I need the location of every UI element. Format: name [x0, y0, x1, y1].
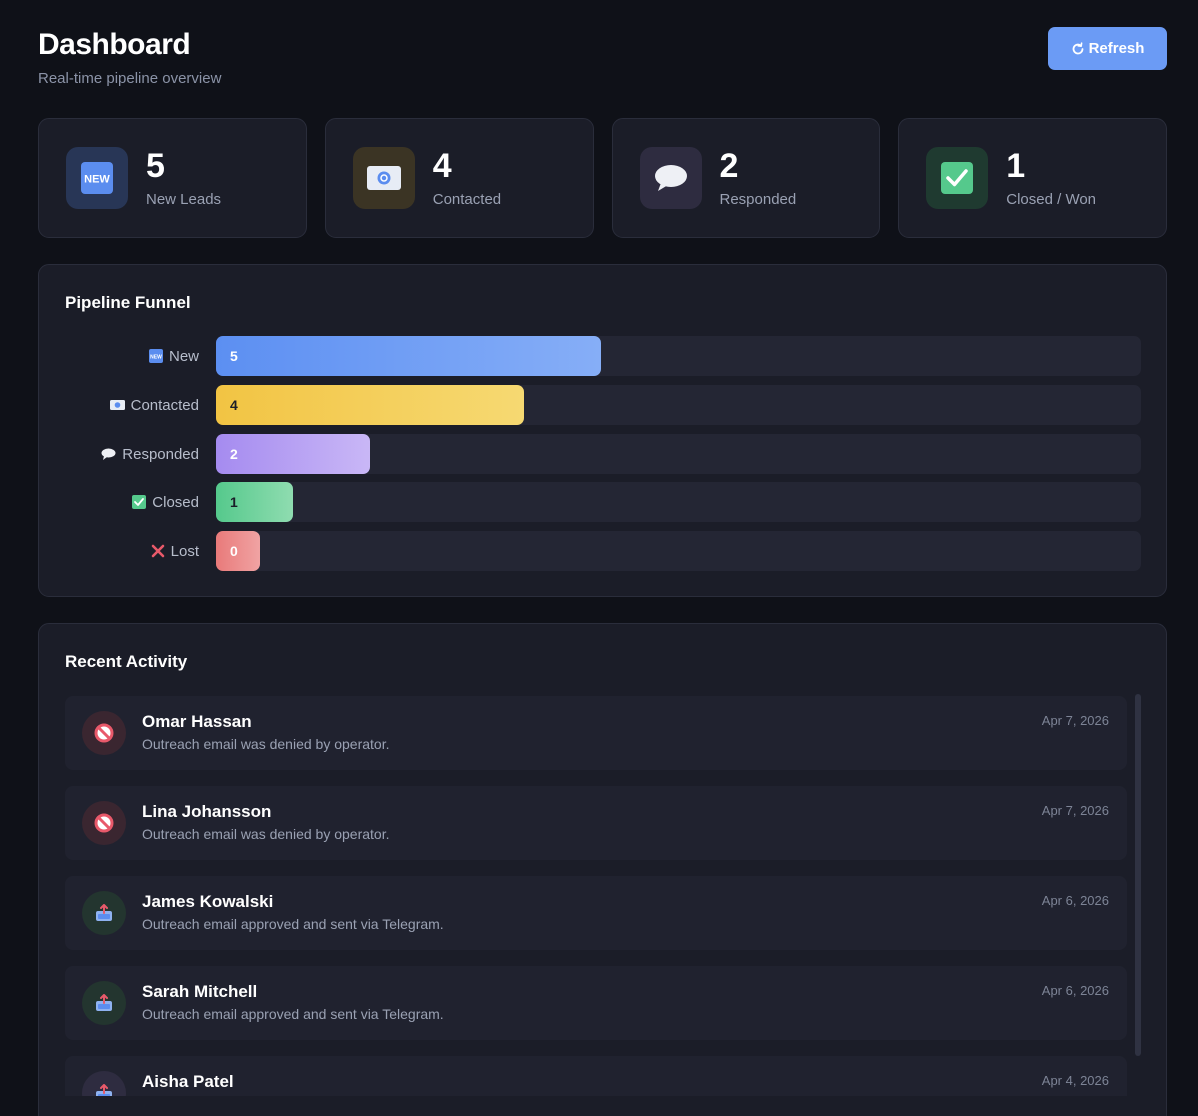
funnel-track: 1	[216, 482, 1141, 522]
funnel-bar: 2	[216, 434, 370, 474]
stat-value: 2	[719, 146, 739, 185]
stat-value: 1	[1006, 146, 1026, 185]
stat-card-contacted: 4 Contacted	[324, 118, 594, 238]
activity-name: Sarah Mitchell	[142, 982, 258, 1001]
funnel-label: Closed	[132, 482, 199, 522]
activity-description: Outreach email was denied by operator.	[142, 826, 390, 842]
funnel-track: 5	[216, 336, 1141, 376]
refresh-button[interactable]: Refresh	[1048, 27, 1167, 70]
page-title: Dashboard	[38, 28, 191, 61]
activity-date: Apr 7, 2026	[1041, 713, 1109, 728]
funnel-label-text: New	[168, 347, 199, 365]
new-badge-icon: NEW	[66, 147, 128, 209]
funnel-label-text: Responded	[122, 445, 199, 463]
stat-value: 4	[432, 146, 452, 185]
check-mark-icon	[926, 147, 989, 209]
stat-label: Closed / Won	[1006, 190, 1097, 208]
funnel-label: Contacted	[109, 385, 199, 425]
prohibited-icon	[82, 711, 126, 755]
new-badge-icon: NEW	[148, 349, 163, 363]
funnel-bar: 0	[216, 531, 260, 571]
funnel-label-text: Contacted	[130, 396, 199, 414]
envelope-icon	[352, 147, 415, 209]
funnel-row-new: NEW New 5	[39, 336, 1168, 376]
svg-text:NEW: NEW	[150, 355, 162, 361]
activity-date: Apr 6, 2026	[1041, 983, 1109, 998]
outbox-tray-icon	[82, 1071, 126, 1096]
activity-item[interactable]: Aisha Patel Apr 4, 2026	[65, 1056, 1127, 1096]
stat-label: Contacted	[432, 190, 502, 208]
pipeline-funnel-card: Pipeline Funnel NEW New 5 Contacted 4 Re…	[38, 264, 1167, 597]
refresh-label: Refresh	[1088, 40, 1145, 57]
stat-value: 5	[146, 146, 165, 185]
stats-row: NEW 5 New Leads 4 Contacted 2 Responded …	[38, 118, 1167, 238]
activity-name: Lina Johansson	[142, 802, 272, 821]
funnel-bar-value: 0	[230, 543, 238, 559]
outbox-tray-icon	[82, 981, 126, 1025]
funnel-row-lost: Lost 0	[39, 531, 1168, 571]
check-mark-icon	[132, 495, 147, 509]
funnel-label: Responded	[101, 434, 199, 474]
activity-date: Apr 7, 2026	[1041, 803, 1109, 818]
funnel-bar-value: 4	[230, 397, 238, 413]
activity-name: Omar Hassan	[142, 712, 252, 731]
funnel-bar-value: 5	[230, 348, 238, 364]
cross-mark-icon	[151, 544, 165, 558]
funnel-row-responded: Responded 2	[39, 434, 1168, 474]
funnel-title: Pipeline Funnel	[65, 293, 191, 312]
funnel-bar-value: 2	[230, 446, 238, 462]
page-subtitle: Real-time pipeline overview	[38, 70, 222, 87]
speech-bubble-icon	[639, 147, 702, 209]
prohibited-icon	[82, 801, 126, 845]
funnel-row-closed: Closed 1	[39, 482, 1168, 522]
funnel-track: 0	[216, 531, 1141, 571]
funnel-label-text: Closed	[152, 493, 199, 511]
funnel-row-contacted: Contacted 4	[39, 385, 1168, 425]
stat-card-closed-won: 1 Closed / Won	[898, 118, 1167, 238]
stat-label: New Leads	[146, 190, 222, 208]
activity-description: Outreach email was denied by operator.	[142, 736, 390, 752]
activity-name: James Kowalski	[142, 892, 274, 911]
activity-scrollbar[interactable]	[1135, 694, 1141, 1056]
funnel-track: 2	[216, 434, 1141, 474]
activity-description: Outreach email approved and sent via Tel…	[142, 916, 444, 932]
svg-text:NEW: NEW	[84, 174, 110, 186]
funnel-label: NEW New	[148, 336, 199, 376]
funnel-label: Lost	[151, 531, 199, 571]
funnel-bar: 4	[216, 385, 524, 425]
activity-item[interactable]: Omar Hassan Outreach email was denied by…	[65, 696, 1127, 770]
refresh-icon	[1071, 41, 1085, 56]
envelope-icon	[109, 399, 125, 411]
activity-title: Recent Activity	[65, 652, 188, 671]
outbox-tray-icon	[82, 891, 126, 935]
activity-item[interactable]: Lina Johansson Outreach email was denied…	[65, 786, 1127, 860]
speech-bubble-icon	[101, 448, 116, 460]
activity-list[interactable]: Omar Hassan Outreach email was denied by…	[65, 696, 1127, 1096]
activity-item[interactable]: James Kowalski Outreach email approved a…	[65, 876, 1127, 950]
activity-item[interactable]: Sarah Mitchell Outreach email approved a…	[65, 966, 1127, 1040]
recent-activity-card: Recent Activity Omar Hassan Outreach ema…	[38, 623, 1167, 1116]
activity-description: Outreach email approved and sent via Tel…	[142, 1006, 444, 1022]
stat-card-responded: 2 Responded	[611, 118, 881, 238]
funnel-bar-value: 1	[230, 494, 238, 510]
funnel-label-text: Lost	[170, 542, 199, 560]
page-header: Dashboard Real-time pipeline overview	[38, 28, 221, 87]
activity-date: Apr 4, 2026	[1041, 1073, 1109, 1088]
activity-name: Aisha Patel	[142, 1072, 234, 1091]
stat-label: Responded	[719, 190, 797, 208]
funnel-bar: 5	[216, 336, 601, 376]
funnel-track: 4	[216, 385, 1141, 425]
funnel-bar: 1	[216, 482, 293, 522]
activity-date: Apr 6, 2026	[1041, 893, 1109, 908]
stat-card-new-leads: NEW 5 New Leads	[38, 118, 307, 238]
